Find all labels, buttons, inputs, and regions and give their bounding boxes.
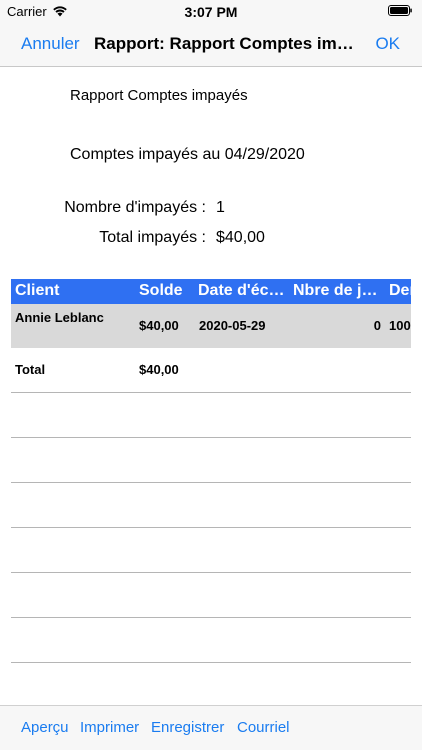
empty-row (11, 438, 411, 483)
empty-row (11, 528, 411, 573)
status-time: 3:07 PM (184, 4, 238, 20)
unpaid-count-label: Nombre d'impayés : (64, 199, 206, 216)
empty-row (11, 663, 411, 708)
cell-due-date: 2020-05-29 (199, 318, 266, 333)
unpaid-total-label: Total impayés : (99, 229, 206, 246)
table-total-row: Total $40,00 (11, 348, 411, 393)
cell-last: 100 (389, 318, 411, 333)
print-button[interactable]: Imprimer (80, 719, 139, 736)
column-header-due-date: Date d'échéance (198, 282, 288, 299)
empty-row (11, 573, 411, 618)
table-header: Client Solde Date d'échéance Nbre de jou… (11, 279, 411, 304)
ok-button[interactable]: OK (375, 34, 400, 54)
report-date-line: Comptes impayés au 04/29/2020 (70, 146, 305, 163)
column-header-last: Dernier (389, 282, 411, 299)
column-header-balance: Solde (139, 282, 183, 299)
cancel-button[interactable]: Annuler (21, 34, 80, 54)
empty-row (11, 483, 411, 528)
email-button[interactable]: Courriel (237, 719, 290, 736)
unpaid-accounts-table: Client Solde Date d'échéance Nbre de jou… (11, 279, 411, 708)
cell-client: Annie Leblanc (15, 310, 104, 325)
column-header-days: Nbre de jours (293, 282, 383, 299)
unpaid-total-value: $40,00 (216, 229, 265, 246)
cell-days: 0 (373, 318, 381, 333)
bottom-toolbar: Aperçu Imprimer Enregistrer Courriel (0, 705, 422, 750)
empty-row (11, 618, 411, 663)
table-row[interactable]: Annie Leblanc $40,00 2020-05-29 0 100 (11, 304, 411, 348)
unpaid-count-value: 1 (216, 199, 225, 216)
app-screen: Carrier 3:07 PM Annuler Rapport: Rapport… (0, 0, 422, 750)
column-header-client: Client (15, 282, 60, 299)
battery-icon (388, 5, 412, 16)
page-title: Rapport: Rapport Comptes impayés (94, 34, 364, 53)
total-row-label: Total (15, 362, 46, 377)
report-title: Rapport Comptes impayés (70, 87, 248, 104)
status-bar: Carrier 3:07 PM (0, 0, 422, 22)
navigation-bar: Annuler Rapport: Rapport Comptes impayés… (0, 22, 422, 67)
cell-balance: $40,00 (139, 318, 179, 333)
total-row-balance: $40,00 (139, 362, 179, 377)
preview-button[interactable]: Aperçu (21, 719, 69, 736)
save-button[interactable]: Enregistrer (151, 719, 224, 736)
empty-row (11, 393, 411, 438)
